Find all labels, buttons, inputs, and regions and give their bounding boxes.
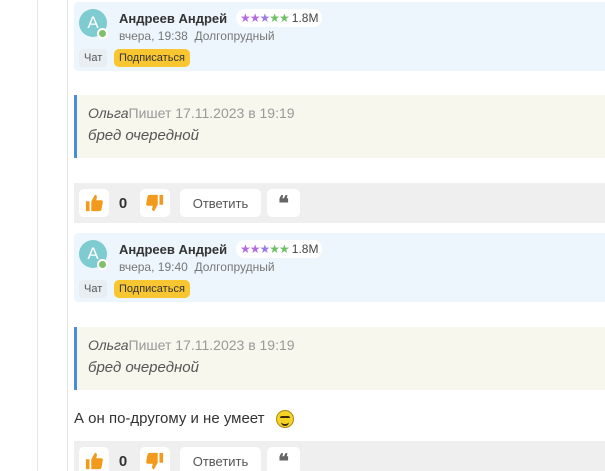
like-count: 0 (118, 194, 128, 212)
thumbs-down-icon (146, 194, 164, 212)
author-city: Долгопрудный (194, 29, 275, 43)
like-button[interactable] (79, 447, 109, 471)
quote-date: Пишет 17.11.2023 в 19:19 (128, 105, 295, 121)
rating-badge: ★★★★★ 1.8M (236, 9, 323, 27)
rating-value: 1.8M (291, 11, 319, 25)
quoted-message: ОльгаПишет 17.11.2023 в 19:19 бред очере… (74, 95, 605, 158)
quoted-message: ОльгаПишет 17.11.2023 в 19:19 бред очере… (74, 327, 605, 390)
chat-button[interactable]: Чат (79, 49, 108, 67)
dislike-button[interactable] (140, 189, 170, 217)
quote-icon[interactable]: ❝ (267, 189, 300, 217)
chat-button[interactable]: Чат (79, 280, 108, 298)
comment-body: А он по-другому и не умеет (74, 409, 294, 428)
quote-author: Ольга (88, 105, 129, 121)
quote-text: бред очередной (88, 359, 199, 376)
thread-line (37, 0, 38, 471)
subscribe-button[interactable]: Подписаться (114, 49, 190, 67)
smiley-icon (275, 410, 294, 428)
quote-header: ОльгаПишет 17.11.2023 в 19:19 (88, 337, 295, 353)
rating-value: 1.8M (291, 242, 319, 256)
author-city: Долгопрудный (194, 260, 275, 274)
quote-text: бред очередной (88, 127, 199, 144)
author-name[interactable]: Андреев Андрей (119, 11, 227, 26)
thread-line (67, 0, 68, 471)
like-count: 0 (118, 452, 128, 470)
quote-date: Пишет 17.11.2023 в 19:19 (128, 337, 295, 353)
author-name[interactable]: Андреев Андрей (119, 242, 227, 257)
thumbs-up-icon (85, 452, 103, 470)
reply-button[interactable]: Ответить (180, 447, 261, 471)
author-card: A Андреев Андрей ★★★★★ 1.8M вчера, 19:40… (74, 233, 605, 302)
author-card: A Андреев Андрей ★★★★★ 1.8M вчера, 19:38… (74, 2, 605, 71)
post-meta: вчера, 19:40 Долгопрудный (119, 260, 275, 274)
thumbs-down-icon (146, 452, 164, 470)
online-status-icon (97, 28, 108, 39)
post-time: вчера, 19:38 (119, 29, 188, 43)
quote-icon[interactable]: ❝ (267, 447, 300, 471)
subscribe-button[interactable]: Подписаться (114, 280, 190, 298)
online-status-icon (97, 259, 108, 270)
reply-button[interactable]: Ответить (180, 189, 261, 217)
comment-text: А он по-другому и не умеет (74, 409, 265, 427)
dislike-button[interactable] (140, 447, 170, 471)
thumbs-up-icon (85, 194, 103, 212)
post-meta: вчера, 19:38 Долгопрудный (119, 29, 275, 43)
rating-stars-icon: ★★★★★ (240, 242, 290, 256)
comment-actions: 0 Ответить ❝ (74, 183, 605, 223)
post-time: вчера, 19:40 (119, 260, 188, 274)
quote-author: Ольга (88, 337, 129, 353)
rating-badge: ★★★★★ 1.8M (236, 240, 323, 258)
comment-actions: 0 Ответить ❝ (74, 441, 605, 471)
like-button[interactable] (79, 189, 109, 217)
rating-stars-icon: ★★★★★ (240, 11, 290, 25)
quote-header: ОльгаПишет 17.11.2023 в 19:19 (88, 105, 295, 121)
